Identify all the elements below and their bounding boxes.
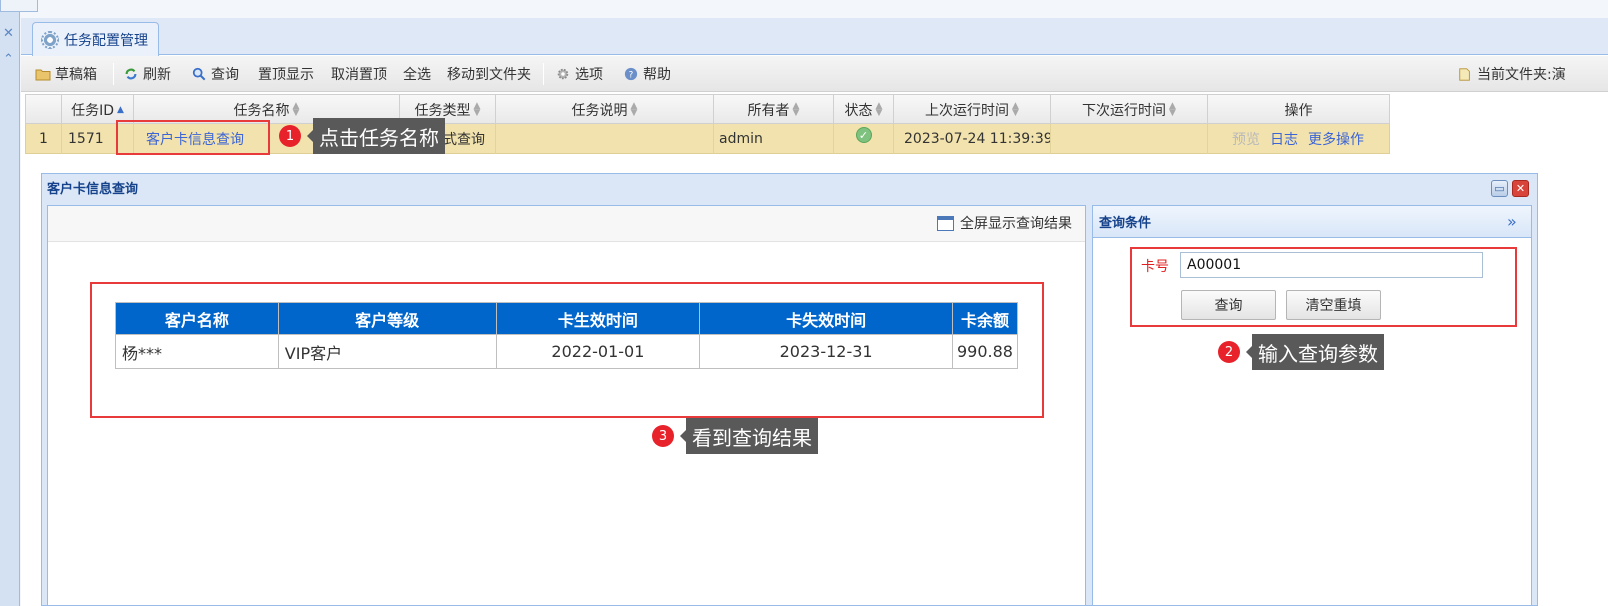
sort-icon: ▲ ▼ — [1012, 101, 1019, 118]
unpin-top-button[interactable]: 取消置顶 — [331, 63, 387, 85]
step-3-tooltip: 看到查询结果 — [680, 418, 818, 454]
sort-icon: ▲ ▼ — [792, 101, 800, 118]
preview-link[interactable]: 预览 — [1232, 129, 1260, 149]
window-title: 客户卡信息查询 — [47, 181, 139, 197]
tab-task-config[interactable]: 任务配置管理 — [32, 22, 159, 56]
col-task-desc[interactable]: 任务说明 ▲ ▼ — [496, 95, 714, 125]
sort-icon: ▲ ▼ — [1169, 101, 1176, 118]
top-tab-stub[interactable] — [0, 0, 38, 12]
result-toolbar — [48, 206, 1085, 242]
sort-asc-icon: ▲ — [117, 104, 124, 115]
highlight-box-task-name — [116, 120, 270, 155]
step-1-badge: 1 — [279, 125, 301, 147]
step-2-tooltip: 输入查询参数 — [1246, 334, 1384, 370]
col-next-run[interactable]: 下次运行时间 ▲ ▼ — [1051, 95, 1208, 125]
pin-top-button[interactable]: 置顶显示 — [258, 63, 314, 85]
sort-icon: ▲ ▼ — [875, 101, 883, 118]
col-actions: 操作 — [1284, 103, 1313, 119]
gear-icon — [41, 30, 59, 49]
row-next-run — [1051, 124, 1208, 154]
row-index: 1 — [26, 124, 62, 154]
sort-icon: ▲ ▼ — [630, 101, 638, 118]
row-owner: admin — [714, 124, 834, 154]
sort-icon: ▲ ▼ — [473, 101, 481, 118]
gear-icon — [557, 68, 569, 80]
log-link[interactable]: 日志 — [1270, 129, 1298, 149]
toolbar: 草稿箱 刷新 查询 置顶显示 取消置顶 全选 移动到文件夹 选项 ? 帮助 当前… — [21, 56, 1608, 92]
options-button[interactable]: 选项 — [555, 63, 603, 85]
more-actions-link[interactable]: 更多操作 — [1308, 129, 1364, 149]
tab-label: 任务配置管理 — [64, 32, 148, 49]
help-icon: ? — [624, 67, 638, 81]
close-icon[interactable]: ✕ — [1512, 180, 1529, 197]
current-folder[interactable]: 当前文件夹:演 — [1457, 63, 1566, 85]
search-button[interactable]: 查询 — [191, 63, 239, 85]
status-ok-icon: ✓ — [855, 127, 872, 143]
collapse-right-icon[interactable]: » — [1507, 212, 1517, 231]
select-all-button[interactable]: 全选 — [403, 63, 431, 85]
highlight-box-results — [90, 282, 1044, 418]
refresh-icon — [125, 68, 137, 80]
folder-icon — [35, 69, 51, 81]
row-actions: 预览 日志 更多操作 — [1208, 124, 1389, 154]
col-index — [26, 95, 62, 125]
svg-text:?: ? — [629, 71, 634, 81]
tab-strip — [21, 18, 1608, 55]
move-to-folder-button[interactable]: 移动到文件夹 — [447, 63, 531, 85]
minimize-icon[interactable]: ▭ — [1491, 180, 1508, 197]
left-collapsed-strip: ✕ ⌃ — [0, 0, 20, 606]
help-button[interactable]: ? 帮助 — [623, 63, 671, 85]
row-status: ✓ — [834, 124, 894, 154]
highlight-box-query-params — [1130, 247, 1517, 327]
col-status[interactable]: 状态 ▲ ▼ — [834, 95, 894, 125]
step-2-badge: 2 — [1218, 341, 1240, 363]
drafts-button[interactable]: 草稿箱 — [35, 63, 97, 85]
window-icon — [937, 215, 954, 231]
query-conditions-header: 查询条件 — [1093, 206, 1531, 238]
expand-up-icon[interactable]: ⌃ — [3, 52, 14, 67]
refresh-button[interactable]: 刷新 — [123, 63, 171, 85]
fullscreen-button[interactable]: 全屏显示查询结果 — [937, 213, 1072, 233]
col-owner[interactable]: 所有者 ▲ ▼ — [714, 95, 834, 125]
sort-icon: ▲ ▼ — [292, 101, 300, 118]
step-1-tooltip: 点击任务名称 — [307, 118, 445, 154]
row-task-desc — [496, 124, 714, 154]
step-3-badge: 3 — [652, 425, 674, 447]
row-last-run: 2023-07-24 11:39:39 — [894, 124, 1051, 154]
col-last-run[interactable]: 上次运行时间 ▲ ▼ — [894, 95, 1051, 125]
collapse-left-icon[interactable]: ✕ — [3, 26, 14, 41]
search-icon — [192, 67, 206, 81]
folder-doc-icon — [1459, 68, 1470, 81]
